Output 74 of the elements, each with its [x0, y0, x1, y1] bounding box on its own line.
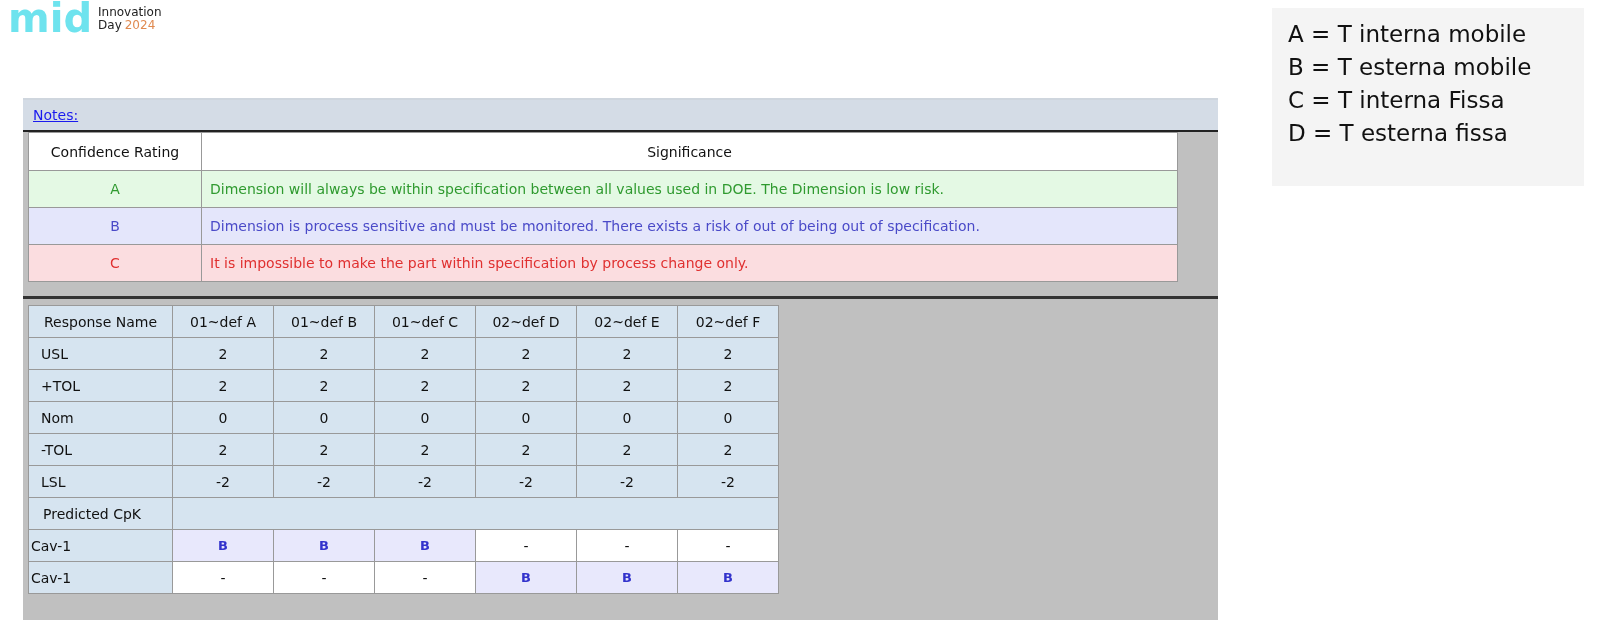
- table-cell: 2: [576, 337, 678, 370]
- column-header: 02~def E: [576, 305, 678, 338]
- table-cell: 2: [172, 369, 274, 402]
- table-cell: 2: [475, 337, 577, 370]
- significance-cell: Dimension will always be within specification between all values used in DOE. The Dimension is low risk.: [201, 170, 1178, 208]
- table-cell: -2: [576, 465, 678, 498]
- rating-cell: -: [374, 561, 476, 594]
- logo-text: Day: [98, 19, 122, 32]
- legend-text: A = T interna mobile: [1288, 20, 1528, 49]
- rating-cell: -: [677, 529, 779, 562]
- table-cell: 2: [475, 369, 577, 402]
- rating-cell: C: [28, 244, 202, 282]
- section-header: Predicted CpK: [28, 497, 173, 530]
- row-header: -TOL: [28, 433, 173, 466]
- significance-cell: Dimension is process sensitive and must be monitored. There exists a risk of out of being out of specification.: [201, 207, 1178, 245]
- rating-cell: B: [677, 561, 779, 594]
- logo-mark: mid: [8, 0, 93, 36]
- table-cell: 2: [273, 369, 375, 402]
- table-cell: 2: [677, 433, 779, 466]
- notes-link[interactable]: Notes:: [33, 107, 79, 123]
- table-cell: 2: [273, 433, 375, 466]
- row-header: +TOL: [28, 369, 173, 402]
- significance-cell: It is impossible to make the part within specification by process change only.: [201, 244, 1178, 282]
- rating-cell: -: [172, 561, 274, 594]
- row-header: LSL: [28, 465, 173, 498]
- row-header: Cav-1: [28, 561, 173, 594]
- table-cell: 0: [475, 401, 577, 434]
- rating-cell: -: [273, 561, 375, 594]
- table-cell: 2: [273, 337, 375, 370]
- table-cell: 2: [374, 369, 476, 402]
- table-cell: 2: [374, 337, 476, 370]
- table-cell: -2: [374, 465, 476, 498]
- column-header: Significance: [201, 132, 1178, 171]
- table-cell: 2: [172, 433, 274, 466]
- table-cell: 2: [475, 433, 577, 466]
- column-header: Confidence Rating: [28, 132, 202, 171]
- rating-cell: B: [374, 529, 476, 562]
- legend-text: B = T esterna mobile: [1288, 53, 1533, 82]
- column-header: Response Name: [28, 305, 173, 338]
- column-header: 02~def D: [475, 305, 577, 338]
- table-cell: 2: [576, 433, 678, 466]
- column-header: 01~def B: [273, 305, 375, 338]
- rating-cell: B: [475, 561, 577, 594]
- row-header: Nom: [28, 401, 173, 434]
- rating-cell: -: [576, 529, 678, 562]
- table-cell: 0: [374, 401, 476, 434]
- table-cell: 0: [677, 401, 779, 434]
- column-header: 02~def F: [677, 305, 779, 338]
- table-cell: -2: [677, 465, 779, 498]
- table-cell: 2: [677, 369, 779, 402]
- column-header: 01~def A: [172, 305, 274, 338]
- table-cell: 0: [172, 401, 274, 434]
- rating-cell: A: [28, 170, 202, 208]
- legend-text: C = T interna Fissa: [1288, 86, 1506, 115]
- table-cell: 2: [677, 337, 779, 370]
- table-cell: -2: [273, 465, 375, 498]
- column-header: 01~def C: [374, 305, 476, 338]
- table-cell: -2: [475, 465, 577, 498]
- table-cell: 0: [576, 401, 678, 434]
- row-header: USL: [28, 337, 173, 370]
- table-cell: 2: [374, 433, 476, 466]
- rating-cell: B: [28, 207, 202, 245]
- table-cell: 0: [273, 401, 375, 434]
- table-cell: 2: [576, 369, 678, 402]
- table-cell: 2: [172, 337, 274, 370]
- legend-text: D = T esterna fissa: [1288, 119, 1509, 148]
- table-cell: -2: [172, 465, 274, 498]
- row-header: Cav-1: [28, 529, 173, 562]
- logo-year: 2024: [124, 19, 156, 32]
- rating-cell: B: [273, 529, 375, 562]
- rating-cell: B: [576, 561, 678, 594]
- rating-cell: -: [475, 529, 577, 562]
- rating-cell: B: [172, 529, 274, 562]
- logo-text: Innovation: [98, 6, 162, 19]
